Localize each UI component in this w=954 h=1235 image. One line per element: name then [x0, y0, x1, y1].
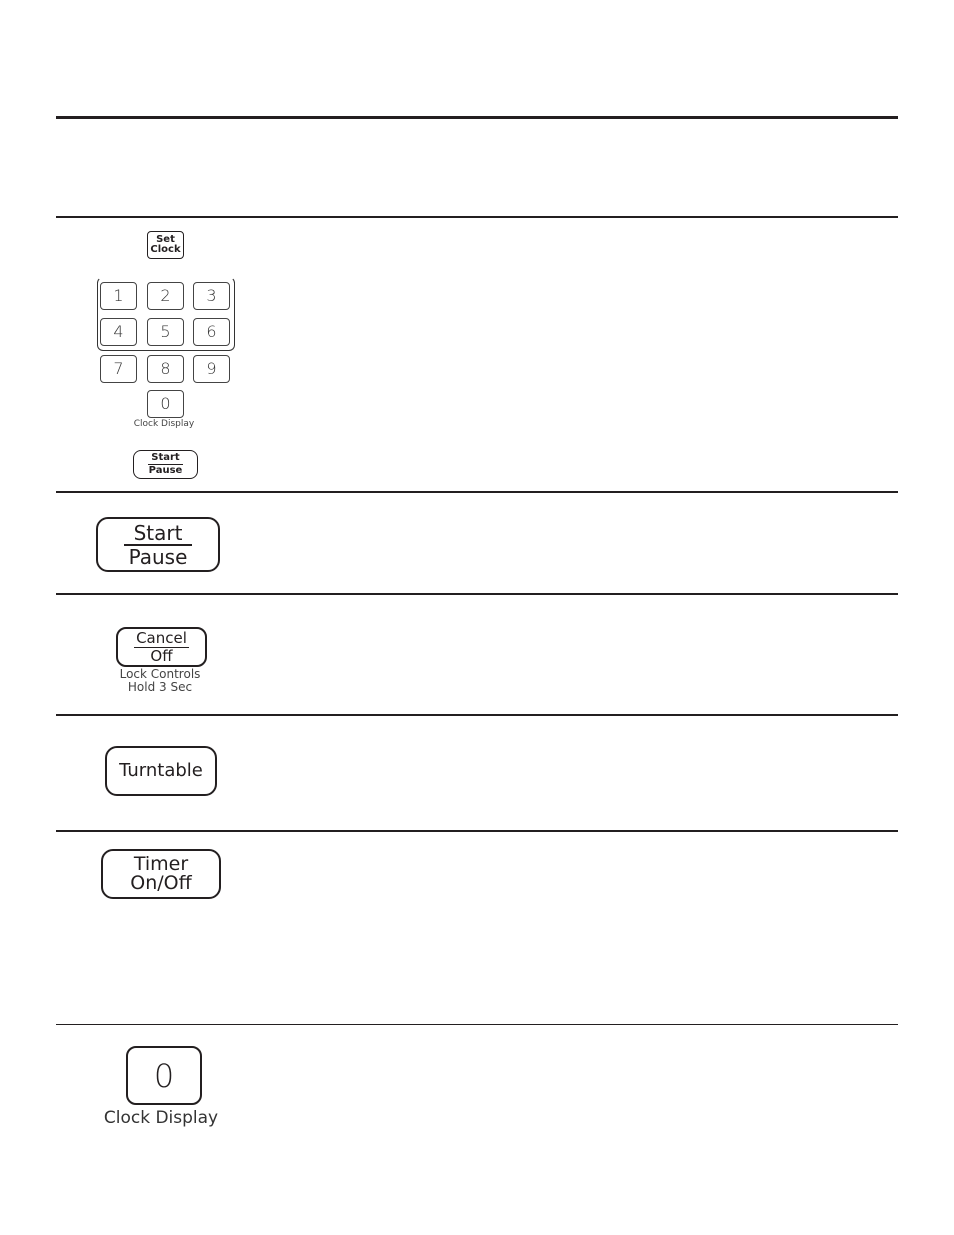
row-divider	[56, 714, 898, 716]
keypad-key-5[interactable]: 5	[147, 318, 184, 346]
key-label: 9	[206, 359, 217, 378]
turntable-label: Turntable	[119, 760, 203, 781]
key-label: 3	[206, 286, 217, 305]
keypad-key-0[interactable]: 0	[147, 390, 184, 418]
key-label: 2	[160, 286, 171, 305]
on-off-label: On/Off	[130, 872, 192, 894]
cancel-off-button[interactable]: Cancel Off	[116, 627, 207, 667]
row-divider	[56, 830, 898, 832]
key-label: 6	[206, 322, 217, 341]
pause-label: Pause	[148, 465, 183, 476]
timer-on-off-button[interactable]: Timer On/Off	[101, 849, 221, 899]
set-clock-label-2: Clock	[150, 244, 181, 255]
key-label: 5	[160, 322, 171, 341]
key-label: 0	[160, 394, 171, 413]
keypad-key-1[interactable]: 1	[100, 282, 137, 310]
pause-label: Pause	[128, 544, 188, 569]
set-clock-button[interactable]: Set Clock	[147, 231, 184, 259]
clock-display-button[interactable]: 0	[126, 1046, 202, 1105]
clock-display-caption: Clock Display	[103, 1108, 219, 1128]
row-divider	[56, 1024, 898, 1025]
start-label: Start	[123, 523, 193, 546]
key-label: 1	[113, 286, 124, 305]
keypad-key-6[interactable]: 6	[193, 318, 230, 346]
key-label: 8	[160, 359, 171, 378]
start-pause-small-button[interactable]: Start Pause	[133, 450, 198, 479]
key-label: 7	[113, 359, 124, 378]
row-divider	[56, 593, 898, 595]
key-label: 4	[113, 322, 124, 341]
row-divider	[56, 216, 898, 218]
keypad-caption: Clock Display	[133, 419, 195, 429]
keypad-key-3[interactable]: 3	[193, 282, 230, 310]
hold-3-sec-text: Hold 3 Sec	[127, 680, 193, 692]
start-label: Start	[148, 453, 183, 465]
lock-controls-caption: Lock Controls Hold 3 Sec	[100, 668, 220, 691]
keypad-key-4[interactable]: 4	[100, 318, 137, 346]
keypad-key-8[interactable]: 8	[147, 355, 184, 383]
zero-label: 0	[153, 1056, 175, 1095]
off-label: Off	[150, 646, 173, 665]
row-divider	[56, 491, 898, 493]
keypad-key-7[interactable]: 7	[100, 355, 137, 383]
start-pause-button[interactable]: Start Pause	[96, 517, 220, 572]
top-divider	[56, 116, 898, 119]
turntable-button[interactable]: Turntable	[105, 746, 217, 796]
keypad-key-9[interactable]: 9	[193, 355, 230, 383]
cancel-label: Cancel	[134, 628, 189, 648]
keypad-key-2[interactable]: 2	[147, 282, 184, 310]
